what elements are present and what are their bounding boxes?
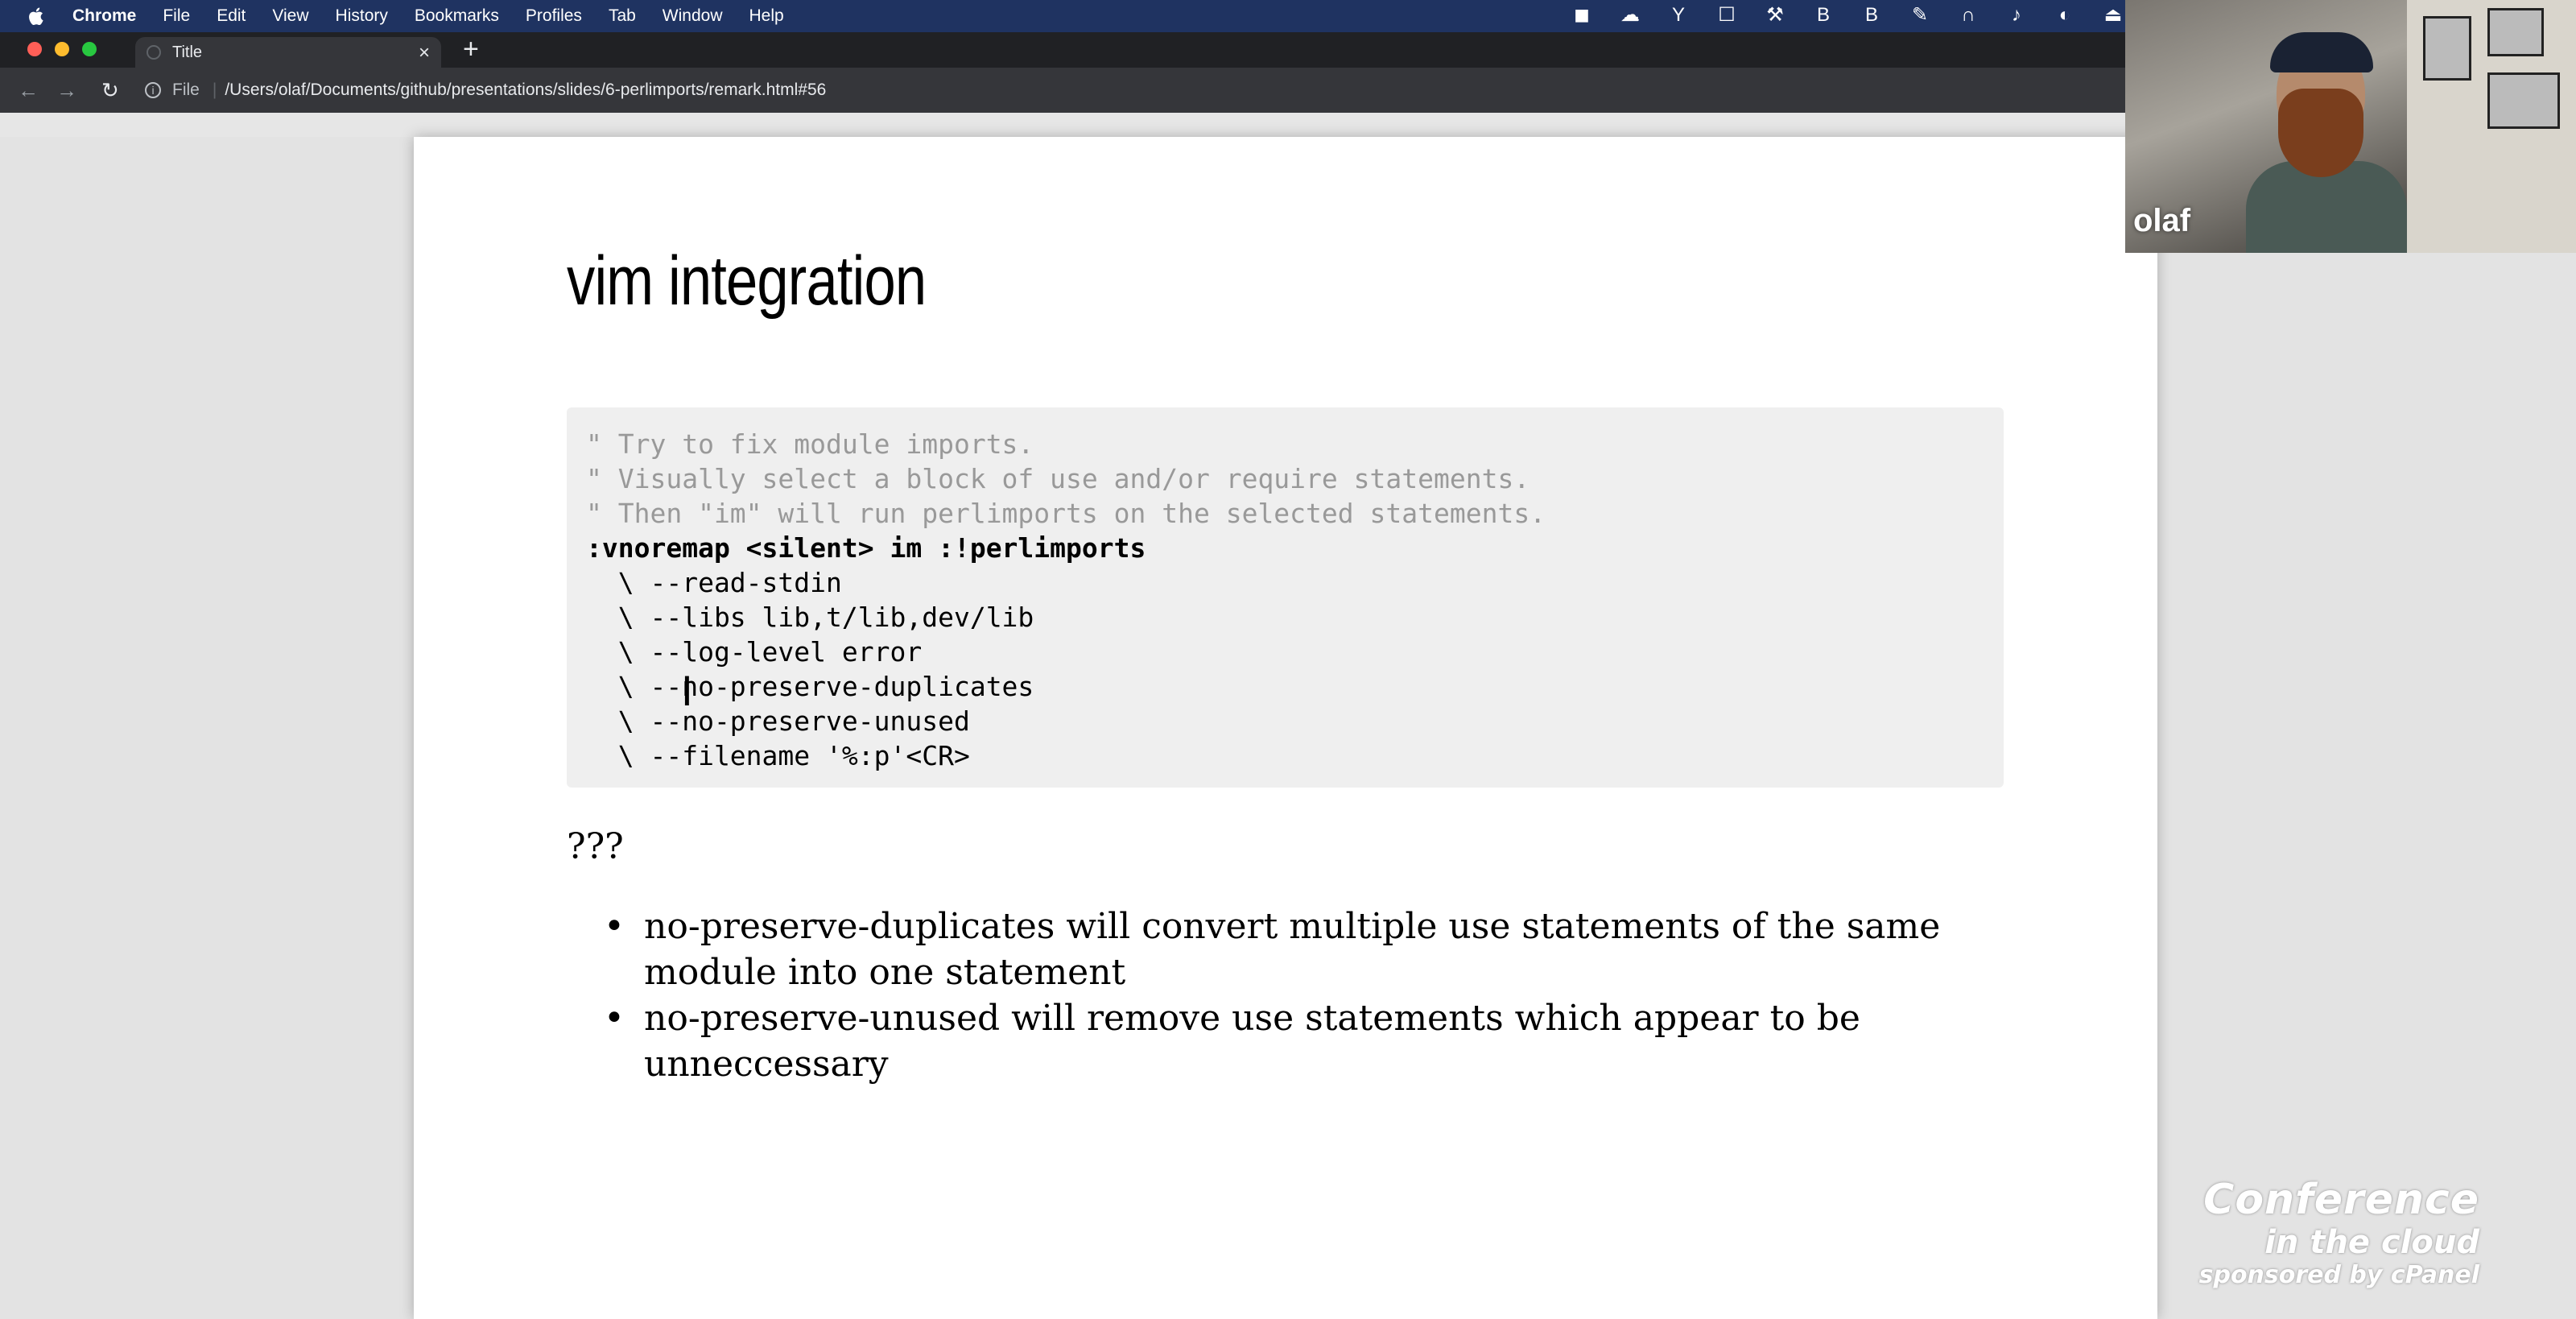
- picture-frame: [2423, 16, 2471, 81]
- webcam-name-label: olaf: [2133, 203, 2191, 238]
- fork-icon[interactable]: Y: [1666, 3, 1690, 27]
- code-line-5: \ --read-stdin: [586, 567, 842, 598]
- zoom-window-button[interactable]: [82, 42, 97, 56]
- list-item: no-preserve-unused will remove use state…: [604, 995, 2037, 1087]
- status-icons: ◼ ☁ Y ☐ ⚒ B B ✎ ∩ ♪ ◐ ⏏: [1570, 3, 2125, 27]
- window-icon[interactable]: ☐: [1715, 3, 1739, 27]
- watermark-line-1: Conference: [2203, 1176, 2479, 1224]
- menu-window[interactable]: Window: [663, 6, 723, 26]
- text-cursor-icon: I: [681, 668, 693, 715]
- slide: vim integration " Try to fix module impo…: [414, 137, 2157, 1319]
- menu-file[interactable]: File: [163, 6, 190, 26]
- code-line-9: \ --no-preserve-unused: [586, 705, 970, 737]
- presenter-cap: [2270, 32, 2373, 72]
- hammer-icon[interactable]: ⚒: [1763, 3, 1787, 27]
- code-line-2: " Visually select a block of use and/or …: [586, 463, 1530, 494]
- question-marks: ???: [567, 826, 624, 867]
- conference-watermark: Conference in the cloud sponsored by cPa…: [2141, 1176, 2479, 1319]
- eject-icon[interactable]: ⏏: [2101, 3, 2125, 27]
- b-icon[interactable]: B: [1811, 3, 1835, 27]
- tab-close-icon[interactable]: ×: [419, 42, 430, 64]
- webcam-video: olaf: [2125, 0, 2576, 253]
- music-icon[interactable]: ♪: [2004, 3, 2029, 27]
- info-icon[interactable]: i: [145, 82, 161, 98]
- watermark-line-3: sponsored by cPanel: [2198, 1261, 2479, 1289]
- menu-profiles[interactable]: Profiles: [526, 6, 582, 26]
- menu-help[interactable]: Help: [749, 6, 784, 26]
- notes-list: no-preserve-duplicates will convert mult…: [604, 903, 2037, 1087]
- url-scheme: File: [172, 81, 200, 99]
- url-separator: |: [212, 81, 217, 99]
- apple-icon[interactable]: [24, 6, 50, 27]
- menu-edit[interactable]: Edit: [217, 6, 246, 26]
- new-tab-button[interactable]: +: [463, 34, 479, 65]
- tab-label: Title: [172, 43, 203, 61]
- close-window-button[interactable]: [27, 42, 42, 56]
- presenter: [2246, 32, 2407, 253]
- address-bar[interactable]: i File | /Users/olaf/Documents/github/pr…: [145, 74, 826, 106]
- headphones-icon[interactable]: ∩: [1956, 3, 1980, 27]
- forward-arrow-icon[interactable]: →: [56, 78, 77, 103]
- screen-record-icon[interactable]: ◼: [1570, 3, 1594, 27]
- code-line-1: " Try to fix module imports.: [586, 428, 1034, 460]
- presenter-beard: [2278, 89, 2363, 177]
- code-text: " Try to fix module imports. " Visually …: [586, 427, 1984, 773]
- code-block: " Try to fix module imports. " Visually …: [567, 407, 2004, 788]
- code-line-4: :vnoremap <silent> im :!perlimports: [586, 532, 1146, 564]
- picture-frame: [2487, 8, 2544, 56]
- list-item: no-preserve-duplicates will convert mult…: [604, 903, 2037, 995]
- back-arrow-icon[interactable]: ←: [18, 78, 39, 103]
- code-line-6: \ --libs lib,t/lib,dev/lib: [586, 602, 1034, 633]
- minimize-window-button[interactable]: [55, 42, 69, 56]
- code-line-8: \ --no-preserve-duplicates: [586, 671, 1034, 702]
- cloud-icon[interactable]: ☁: [1618, 3, 1642, 27]
- menu-history[interactable]: History: [336, 6, 388, 26]
- picture-frame: [2487, 72, 2560, 129]
- toggle-icon[interactable]: ◐: [2053, 3, 2077, 27]
- code-line-3: " Then "im" will run perlimports on the …: [586, 498, 1546, 529]
- slide-title: vim integration: [567, 242, 927, 320]
- reload-icon[interactable]: ↻: [101, 78, 122, 103]
- menu-view[interactable]: View: [272, 6, 308, 26]
- pen-icon[interactable]: ✎: [1908, 3, 1932, 27]
- url-text: /Users/olaf/Documents/github/presentatio…: [225, 81, 827, 99]
- code-line-7: \ --log-level error: [586, 636, 923, 668]
- watermark-line-2: in the cloud: [2264, 1224, 2479, 1261]
- menu-tab[interactable]: Tab: [609, 6, 636, 26]
- tab-title[interactable]: Title ×: [135, 37, 441, 68]
- menu-chrome[interactable]: Chrome: [72, 6, 136, 26]
- b2-icon[interactable]: B: [1860, 3, 1884, 27]
- menu-bookmarks[interactable]: Bookmarks: [415, 6, 499, 26]
- browser-toolbar: ← → ↻ i File | /Users/olaf/Documents/git…: [0, 68, 2125, 113]
- tab-strip: Title × +: [0, 32, 2125, 68]
- code-line-10: \ --filename '%:p'<CR>: [586, 740, 970, 771]
- globe-icon: [147, 45, 161, 60]
